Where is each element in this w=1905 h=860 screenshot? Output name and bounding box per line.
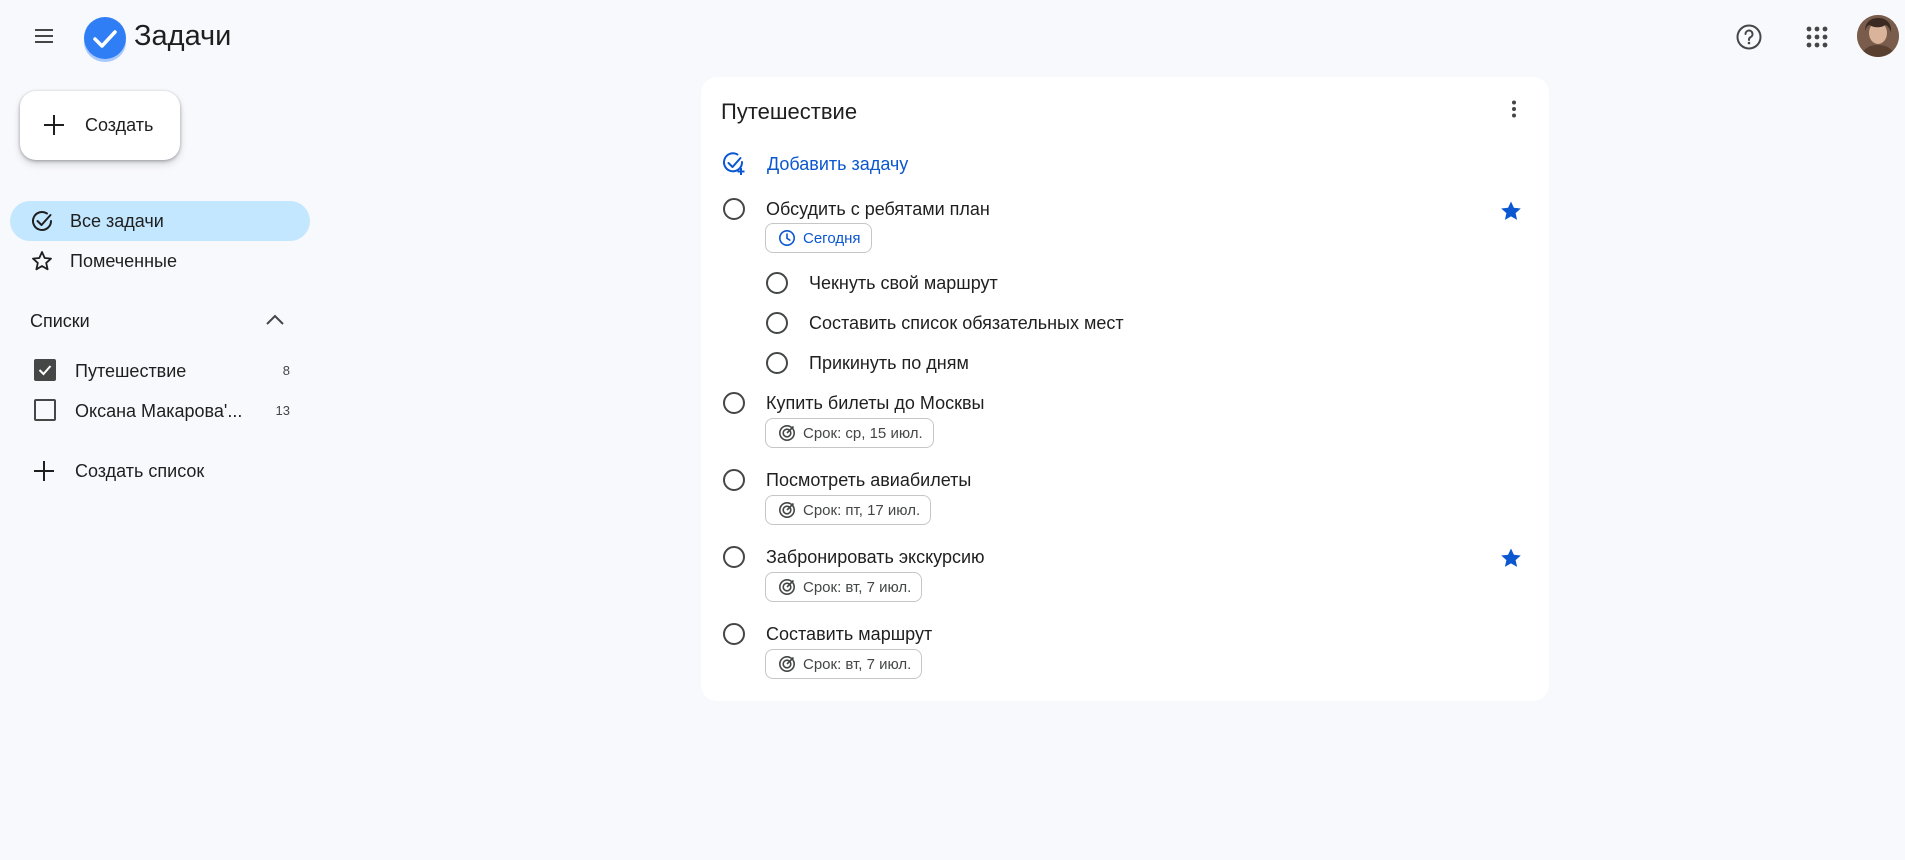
task-title: Посмотреть авиабилеты	[766, 470, 972, 490]
nav-starred[interactable]: Помеченные	[10, 241, 310, 281]
task-complete-circle[interactable]	[766, 352, 788, 374]
task-complete-circle[interactable]	[766, 272, 788, 294]
tasks-logo-icon	[82, 16, 128, 62]
task-title: Купить билеты до Москвы	[766, 393, 985, 413]
chevron-up-icon	[266, 314, 284, 325]
lists-section-title: Списки	[30, 311, 90, 331]
star-filled-icon[interactable]	[1499, 546, 1523, 570]
apps-grid-icon	[1806, 26, 1828, 48]
add-task-icon	[723, 152, 745, 175]
task-complete-circle[interactable]	[723, 198, 745, 220]
clock-icon	[779, 230, 795, 246]
account-avatar[interactable]	[1857, 15, 1899, 57]
nav-all-tasks[interactable]: Все задачи	[10, 201, 310, 241]
more-vertical-icon	[1512, 100, 1516, 118]
check-circle-icon	[32, 211, 52, 231]
nav-all-tasks-label: Все задачи	[70, 211, 164, 231]
list-title: Путешествие	[721, 99, 858, 124]
deadline-target-icon	[779, 502, 795, 518]
chip-label: Срок: ср, 15 июл.	[803, 424, 923, 442]
task-title: Забронировать экскурсию	[766, 547, 985, 567]
collapse-lists-button[interactable]	[260, 305, 290, 335]
due-date-chip[interactable]: Срок: ср, 15 июл.	[765, 418, 934, 448]
apps-button[interactable]	[1795, 15, 1839, 59]
create-button-label: Создать	[85, 115, 154, 135]
deadline-target-icon	[779, 656, 795, 672]
chip-label: Срок: вт, 7 июл.	[803, 655, 912, 673]
chip-label: Срок: вт, 7 июл.	[803, 578, 912, 596]
task-title: Прикинуть по дням	[809, 353, 969, 373]
plus-icon	[44, 115, 64, 135]
add-task-button[interactable]: Добавить задачу	[721, 149, 908, 179]
plus-icon	[34, 461, 54, 481]
task-complete-circle[interactable]	[723, 469, 745, 491]
task-complete-circle[interactable]	[723, 392, 745, 414]
star-outline-icon	[32, 251, 52, 271]
date-chip[interactable]: Сегодня	[765, 223, 872, 253]
list-label: Оксана Макарова'...	[75, 401, 243, 421]
top-bar: Задачи	[0, 0, 1905, 72]
task-complete-circle[interactable]	[723, 546, 745, 568]
help-icon	[1736, 24, 1762, 50]
task-list-card: Путешествие Добавить задачу Обсудить с р…	[701, 77, 1549, 701]
chip-label: Сегодня	[803, 229, 861, 247]
checkmark-icon	[38, 365, 52, 376]
list-item-oksana[interactable]: Оксана Макарова'... 13	[20, 394, 290, 428]
list-checkbox-checked[interactable]	[34, 359, 56, 381]
list-options-button[interactable]	[1498, 93, 1530, 125]
due-date-chip[interactable]: Срок: вт, 7 июл.	[765, 649, 923, 679]
task-title: Составить список обязательных мест	[809, 313, 1124, 333]
star-filled-icon[interactable]	[1499, 199, 1523, 223]
help-button[interactable]	[1727, 15, 1771, 59]
app-title: Задачи	[134, 20, 232, 52]
task-title: Составить маршрут	[766, 624, 933, 644]
due-date-chip[interactable]: Срок: пт, 17 июл.	[765, 495, 932, 525]
list-label: Путешествие	[75, 361, 187, 381]
list-count: 13	[275, 403, 290, 418]
task-title: Чекнуть свой маршрут	[809, 273, 998, 293]
add-task-label: Добавить задачу	[767, 154, 909, 174]
main-menu-button[interactable]	[24, 16, 64, 56]
task-title: Обсудить с ребятами план	[766, 199, 990, 219]
chip-label: Срок: пт, 17 июл.	[803, 501, 921, 519]
list-item-travel[interactable]: Путешествие 8	[20, 354, 290, 388]
deadline-target-icon	[779, 579, 795, 595]
create-button[interactable]: Создать	[20, 91, 180, 160]
deadline-target-icon	[779, 425, 795, 441]
task-complete-circle[interactable]	[766, 312, 788, 334]
list-checkbox-unchecked[interactable]	[34, 399, 56, 421]
task-complete-circle[interactable]	[723, 623, 745, 645]
due-date-chip[interactable]: Срок: вт, 7 июл.	[765, 572, 923, 602]
nav-starred-label: Помеченные	[70, 251, 177, 271]
create-list-button[interactable]: Создать список	[20, 454, 290, 488]
hamburger-menu-icon	[35, 29, 53, 43]
list-count: 8	[282, 363, 290, 378]
create-list-label: Создать список	[75, 461, 205, 481]
